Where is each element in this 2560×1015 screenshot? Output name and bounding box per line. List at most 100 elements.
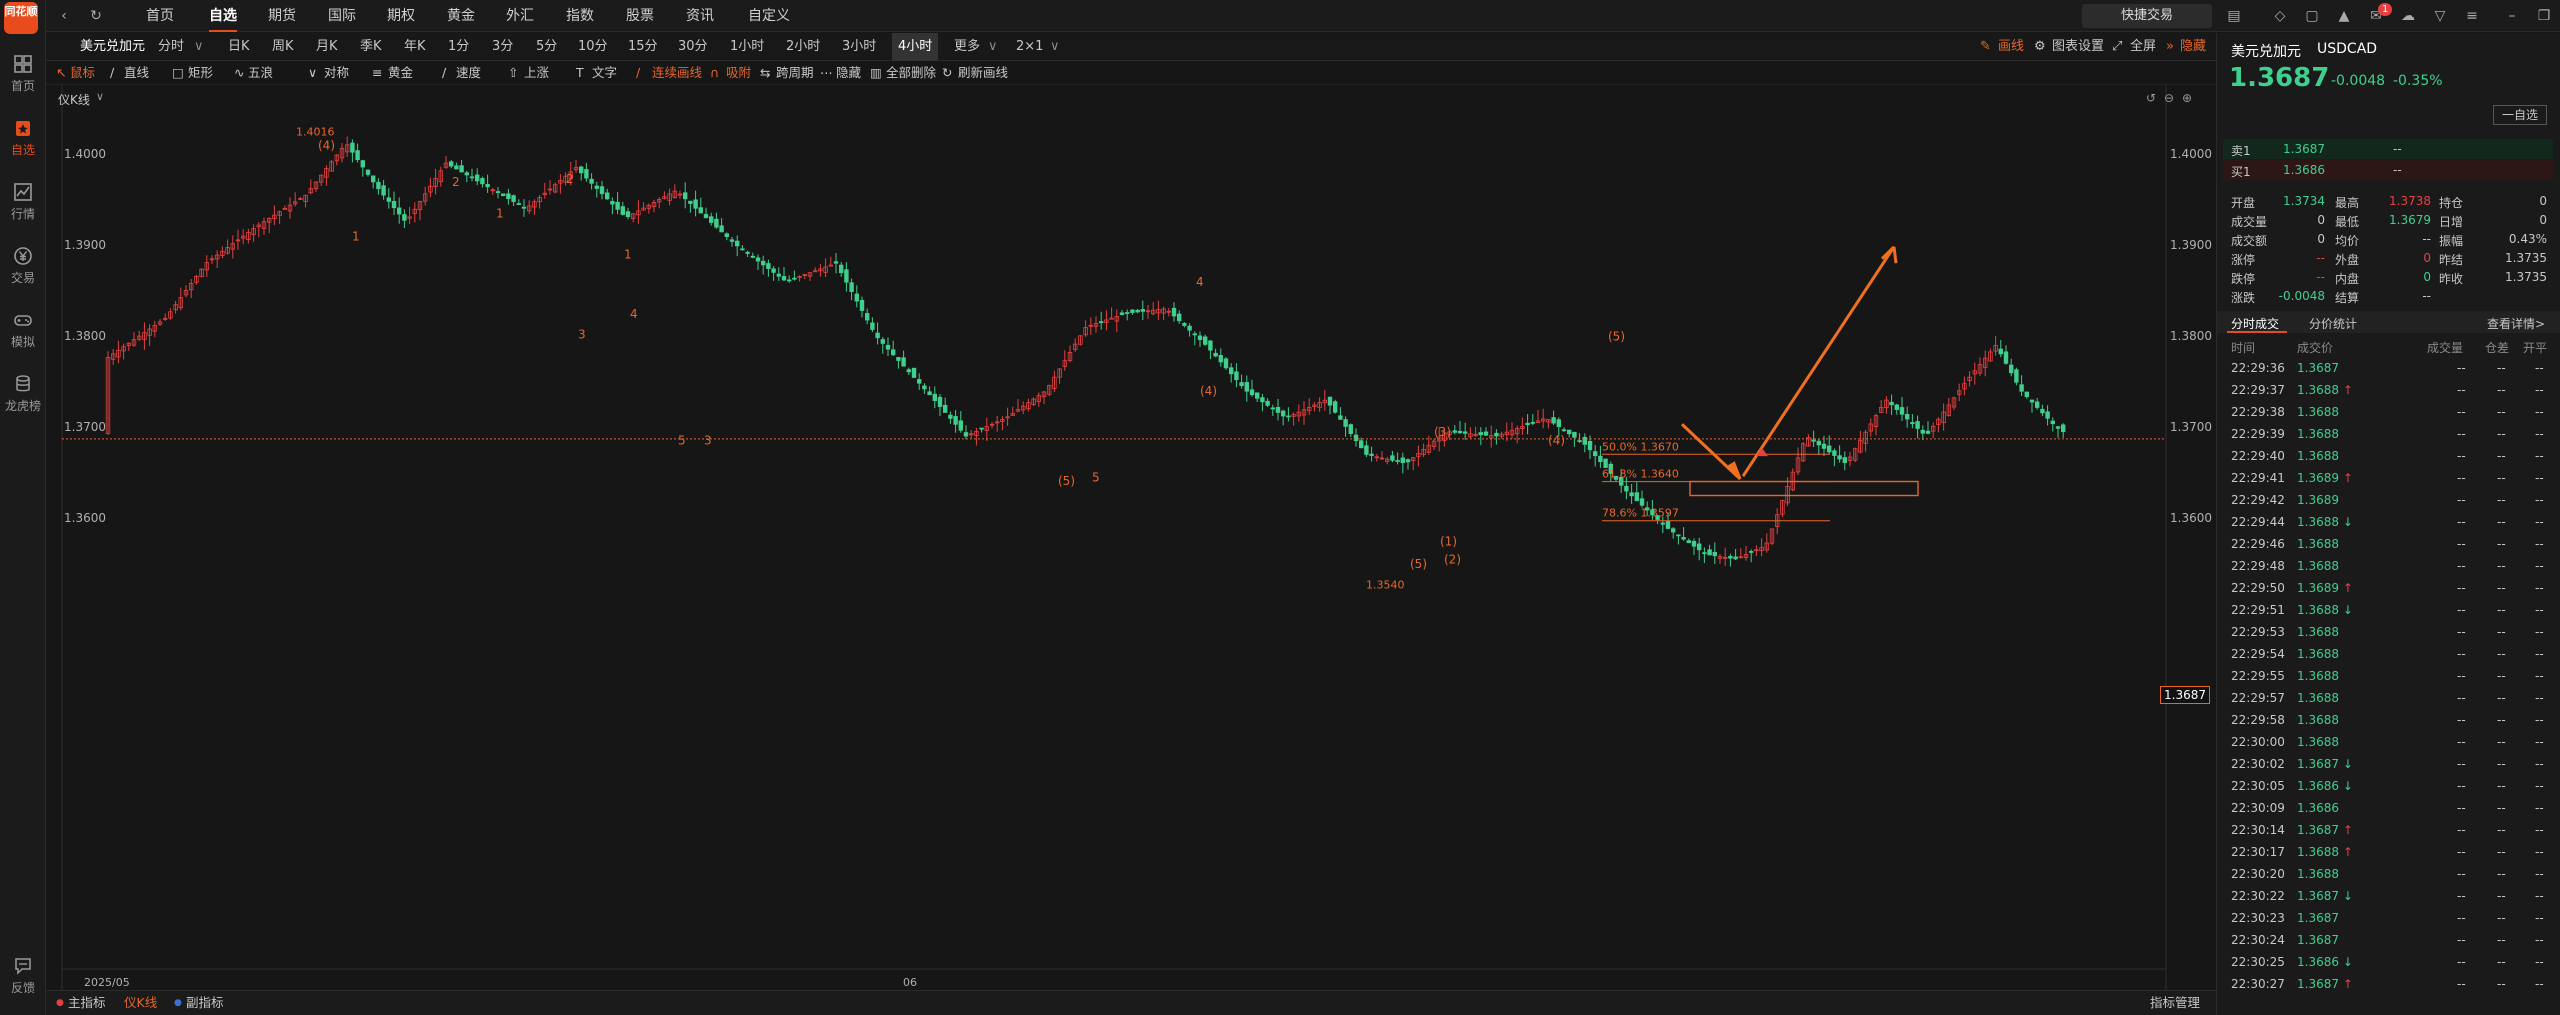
kline-tab[interactable]: 仪K线 bbox=[124, 991, 157, 1015]
tick-row[interactable]: 22:29:55 1.3688 -- -- -- bbox=[2217, 665, 2560, 687]
tick-row[interactable]: 22:30:24 1.3687 -- -- -- bbox=[2217, 929, 2560, 951]
layout-tab[interactable]: 2×1 bbox=[1016, 33, 1043, 61]
chevron-down-icon[interactable]: ∨ bbox=[1050, 33, 1060, 61]
period-tab[interactable]: 年K bbox=[404, 33, 426, 61]
refresh-icon[interactable]: ↻ bbox=[942, 61, 952, 85]
period-tab-active[interactable]: 4小时 bbox=[892, 33, 939, 61]
nav-index[interactable]: 指数 bbox=[566, 0, 594, 32]
tick-row[interactable]: 22:29:39 1.3688 -- -- -- bbox=[2217, 423, 2560, 445]
tick-row[interactable]: 22:29:50 1.3689 ↑ -- -- -- bbox=[2217, 577, 2560, 599]
cursor-icon[interactable]: ↖ bbox=[56, 61, 66, 85]
rail-item-watchlist[interactable]: 自选 bbox=[0, 118, 46, 158]
nav-news[interactable]: 资讯 bbox=[686, 0, 714, 32]
tool-delete-all[interactable]: 全部删除 bbox=[886, 61, 936, 85]
tick-row[interactable]: 22:30:27 1.3687 ↑ -- -- -- bbox=[2217, 973, 2560, 995]
nav-international[interactable]: 国际 bbox=[328, 0, 356, 32]
rail-item-dragon-tiger[interactable]: 龙虎榜 bbox=[0, 374, 46, 414]
tick-row[interactable]: 22:30:02 1.3687 ↓ -- -- -- bbox=[2217, 753, 2560, 775]
rail-item-feedback[interactable]: 反馈 bbox=[0, 956, 46, 996]
nav-futures[interactable]: 期货 bbox=[268, 0, 296, 32]
tick-row[interactable]: 22:30:17 1.3688 ↑ -- -- -- bbox=[2217, 841, 2560, 863]
symbol-tab[interactable]: 美元兑加元 bbox=[80, 33, 145, 61]
tab-price-stats[interactable]: 分价统计 bbox=[2309, 315, 2357, 332]
period-tab[interactable]: 月K bbox=[316, 33, 338, 61]
nav-home[interactable]: 首页 bbox=[146, 0, 174, 32]
chevron-down-icon[interactable]: ∨ bbox=[96, 90, 104, 103]
kline-chart[interactable]: 1.3600 1.3600 1.3700 1.3700 1.3800 1.3800 1.39… bbox=[46, 85, 2216, 990]
tick-row[interactable]: 22:29:58 1.3688 -- -- -- bbox=[2217, 709, 2560, 731]
nav-gold[interactable]: 黄金 bbox=[447, 0, 475, 32]
nav-stocks[interactable]: 股票 bbox=[626, 0, 654, 32]
tool-text[interactable]: 文字 bbox=[592, 61, 617, 85]
layers-icon[interactable]: ◇ bbox=[2272, 8, 2288, 24]
tick-row[interactable]: 22:29:48 1.3688 -- -- -- bbox=[2217, 555, 2560, 577]
tick-row[interactable]: 22:29:53 1.3688 -- -- -- bbox=[2217, 621, 2560, 643]
trash-icon[interactable]: ▥ bbox=[870, 61, 882, 85]
period-tab[interactable]: 5分 bbox=[536, 33, 557, 61]
symmetric-icon[interactable]: ∨ bbox=[308, 61, 317, 85]
chart-settings-button[interactable]: 图表设置 bbox=[2052, 33, 2104, 61]
tick-row[interactable]: 22:30:00 1.3688 -- -- -- bbox=[2217, 731, 2560, 753]
tool-symmetric[interactable]: 对称 bbox=[324, 61, 349, 85]
hide-panel-button[interactable]: 隐藏 bbox=[2180, 33, 2206, 61]
speed-icon[interactable]: ∕ bbox=[442, 61, 446, 85]
remove-watch-button[interactable]: 一自选 bbox=[2493, 105, 2547, 125]
indicator-label[interactable]: 仪K线 bbox=[58, 91, 90, 108]
nav-watchlist[interactable]: 自选 bbox=[209, 0, 237, 32]
hide-icon[interactable]: ⋯ bbox=[820, 61, 833, 85]
pencil-icon[interactable]: ✎ bbox=[1980, 33, 1991, 61]
sub-indicator-tab[interactable]: 副指标 bbox=[186, 991, 224, 1015]
period-tab-more[interactable]: 更多 bbox=[954, 33, 980, 61]
quick-trade-button[interactable]: 快捷交易 bbox=[2082, 4, 2212, 28]
tick-row[interactable]: 22:29:41 1.3689 ↑ -- -- -- bbox=[2217, 467, 2560, 489]
tool-line[interactable]: 直线 bbox=[124, 61, 149, 85]
nav-options[interactable]: 期权 bbox=[387, 0, 415, 32]
tick-row[interactable]: 22:30:05 1.3686 ↓ -- -- -- bbox=[2217, 775, 2560, 797]
wave-icon[interactable]: ∿ bbox=[234, 61, 244, 85]
rail-item-simulate[interactable]: 模拟 bbox=[0, 310, 46, 350]
period-tab[interactable]: 日K bbox=[228, 33, 250, 61]
tick-row[interactable]: 22:29:40 1.3688 -- -- -- bbox=[2217, 445, 2560, 467]
tick-row[interactable]: 22:29:54 1.3688 -- -- -- bbox=[2217, 643, 2560, 665]
nav-forex[interactable]: 外汇 bbox=[506, 0, 534, 32]
tick-row[interactable]: 22:29:38 1.3688 -- -- -- bbox=[2217, 401, 2560, 423]
tool-rise[interactable]: 上涨 bbox=[524, 61, 549, 85]
rect-icon[interactable]: □ bbox=[172, 61, 184, 85]
undo-icon[interactable]: ↺ bbox=[2146, 91, 2156, 105]
fullscreen-button[interactable]: 全屏 bbox=[2130, 33, 2156, 61]
tab-ticks[interactable]: 分时成交 bbox=[2231, 315, 2279, 332]
period-tab[interactable]: 周K bbox=[272, 33, 294, 61]
chart-svg[interactable]: 1.3600 1.3600 1.3700 1.3700 1.3800 1.3800 1.39… bbox=[46, 85, 2216, 990]
tool-cross-period[interactable]: 跨周期 bbox=[776, 61, 814, 85]
restore-icon[interactable]: ❐ bbox=[2536, 8, 2552, 24]
draw-line-button[interactable]: 画线 bbox=[1998, 33, 2024, 61]
view-detail-link[interactable]: 查看详情> bbox=[2487, 315, 2545, 332]
tick-row[interactable]: 22:30:20 1.3688 -- -- -- bbox=[2217, 863, 2560, 885]
tool-refresh[interactable]: 刷新画线 bbox=[958, 61, 1008, 85]
tool-snap[interactable]: 吸附 bbox=[726, 61, 751, 85]
line-icon[interactable]: ∕ bbox=[110, 61, 114, 85]
period-tab[interactable]: 1小时 bbox=[730, 33, 764, 61]
tick-row[interactable]: 22:30:23 1.3687 -- -- -- bbox=[2217, 907, 2560, 929]
period-tab[interactable]: 30分 bbox=[678, 33, 708, 61]
notepad-icon[interactable]: ▤ bbox=[2226, 8, 2242, 24]
tool-hide[interactable]: 隐藏 bbox=[836, 61, 861, 85]
period-tab[interactable]: 3小时 bbox=[842, 33, 876, 61]
tick-row[interactable]: 22:30:22 1.3687 ↓ -- -- -- bbox=[2217, 885, 2560, 907]
tick-row[interactable]: 22:29:37 1.3688 ↑ -- -- -- bbox=[2217, 379, 2560, 401]
tool-golden[interactable]: 黄金 bbox=[388, 61, 413, 85]
menu-icon[interactable]: ≡ bbox=[2464, 8, 2480, 24]
up-arrow-icon[interactable]: ⇧ bbox=[508, 61, 518, 85]
period-tab[interactable]: 10分 bbox=[578, 33, 608, 61]
refresh-icon[interactable]: ↻ bbox=[88, 8, 104, 24]
chat-icon[interactable]: ▢ bbox=[2304, 8, 2320, 24]
period-tab[interactable]: 1分 bbox=[448, 33, 469, 61]
tick-row[interactable]: 22:29:42 1.3689 -- -- -- bbox=[2217, 489, 2560, 511]
tick-row[interactable]: 22:30:25 1.3686 ↓ -- -- -- bbox=[2217, 951, 2560, 973]
minimize-icon[interactable]: – bbox=[2504, 8, 2520, 24]
text-icon[interactable]: T bbox=[576, 61, 584, 85]
period-tab[interactable]: 2小时 bbox=[786, 33, 820, 61]
tick-row[interactable]: 22:29:57 1.3688 -- -- -- bbox=[2217, 687, 2560, 709]
app-logo[interactable]: 同花顺 bbox=[4, 2, 38, 34]
shirt-icon[interactable]: ▽ bbox=[2432, 8, 2448, 24]
